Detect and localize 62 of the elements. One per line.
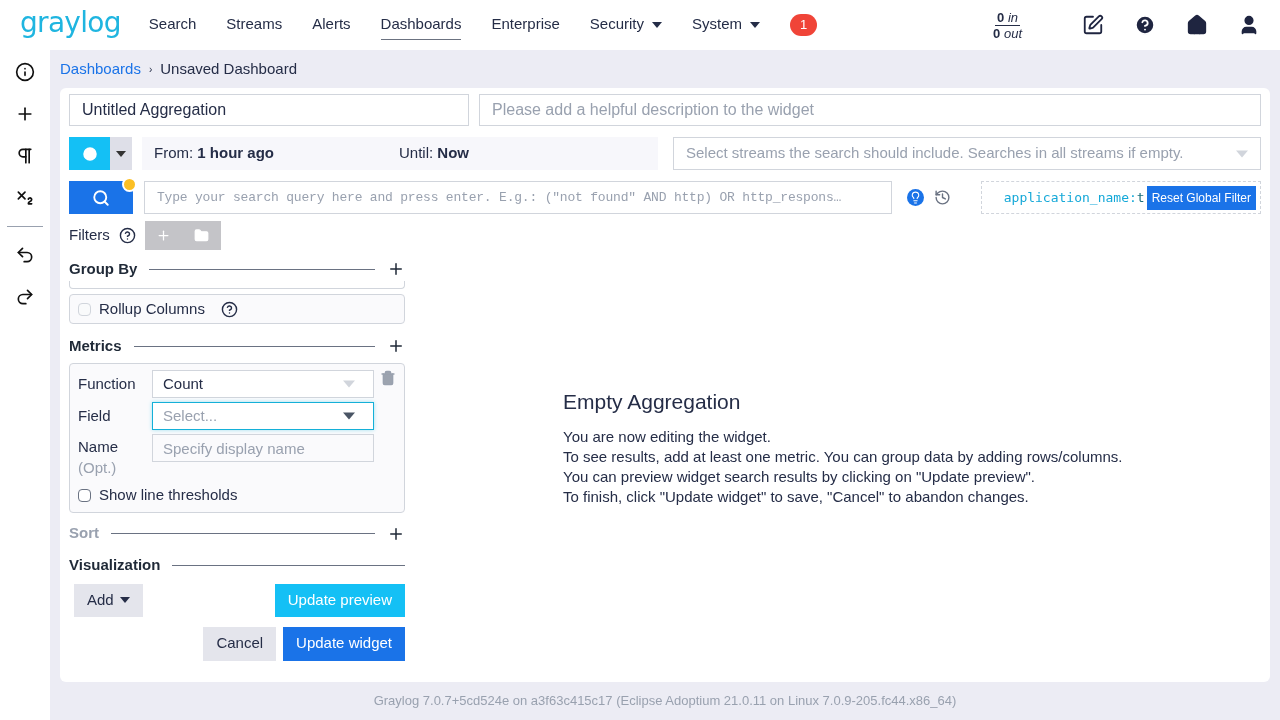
filters-label: Filters bbox=[69, 225, 110, 246]
pilcrow-icon[interactable] bbox=[15, 146, 35, 166]
update-widget-button[interactable]: Update widget bbox=[283, 626, 405, 661]
empty-text-line: To see results, add at least one metric. You can group data by adding rows/columns. bbox=[563, 447, 1123, 468]
caret-icon bbox=[343, 380, 355, 388]
footer-text: Graylog 7.0.7+5cd524e on a3f63c415c17 (Eclipse Adoptium 21.0.11 on Linux 7.0.9-205.fc44.x86_64) bbox=[373, 692, 957, 711]
section-title: Visualization bbox=[69, 555, 161, 576]
field-label: Function bbox=[78, 373, 137, 394]
empty-title: Empty Aggregation bbox=[563, 388, 742, 415]
function-select[interactable]: Count bbox=[152, 370, 374, 398]
add-button[interactable]: Add bbox=[74, 583, 143, 617]
breadcrumb-separator: › bbox=[148, 62, 153, 77]
section-title: Sort bbox=[69, 523, 99, 544]
lightbulb-icon[interactable] bbox=[907, 189, 924, 206]
nav-link[interactable]: Search bbox=[148, 13, 197, 40]
search-button[interactable] bbox=[69, 181, 133, 214]
add-icon[interactable] bbox=[387, 337, 405, 355]
caret-icon bbox=[116, 150, 126, 157]
empty-text-line: You can preview widget search results by clicking on "Update preview". bbox=[563, 467, 1036, 488]
rollup-label: Rollup Columns bbox=[99, 298, 205, 319]
description-field[interactable]: Please add a helpful description to the widget bbox=[479, 94, 1261, 126]
throughput-counter: 0 in 0 out bbox=[993, 9, 1022, 41]
empty-text-line: You are now editing the widget. bbox=[563, 427, 772, 448]
nav-link[interactable]: Security bbox=[589, 13, 662, 40]
add-icon[interactable] bbox=[387, 260, 405, 278]
caret-icon bbox=[1236, 149, 1248, 158]
nav-link[interactable]: Streams bbox=[226, 13, 283, 40]
field-label: Name bbox=[78, 437, 119, 457]
optional-hint: (Opt.) bbox=[78, 458, 118, 478]
redo-icon[interactable] bbox=[15, 287, 35, 307]
help-icon[interactable] bbox=[220, 300, 238, 318]
help-icon[interactable] bbox=[118, 227, 136, 244]
breadcrumb-link[interactable]: Dashboards bbox=[60, 57, 141, 81]
notification-badge[interactable]: 1 bbox=[790, 14, 818, 36]
caret-icon bbox=[343, 412, 355, 420]
subscript-icon[interactable] bbox=[15, 188, 35, 208]
cancel-button[interactable]: Cancel bbox=[203, 626, 277, 661]
time-range-dropdown[interactable] bbox=[110, 137, 132, 170]
nav-link[interactable]: System bbox=[692, 13, 760, 40]
nav-link[interactable]: Enterprise bbox=[491, 13, 560, 40]
undo-icon[interactable] bbox=[15, 245, 35, 265]
nav-link[interactable]: Dashboards bbox=[380, 13, 462, 40]
global-filter-query: application_name:t bbox=[1003, 188, 1145, 207]
home-icon[interactable] bbox=[1186, 14, 1208, 36]
nav-link[interactable]: Alerts bbox=[312, 13, 351, 40]
title-field[interactable]: Untitled Aggregation bbox=[69, 94, 469, 126]
history-icon[interactable] bbox=[934, 189, 951, 206]
section-title: Group By bbox=[69, 258, 138, 279]
time-range-display[interactable]: From: 1 hour ago Until: Now bbox=[142, 137, 658, 170]
reset-filter-button[interactable]: Reset Global Filter bbox=[1146, 185, 1256, 210]
query-field[interactable]: Type your search query here and press enter. E.g.: ("not found" AND http) OR http_respons… bbox=[144, 181, 892, 214]
thresholds-label: Show line thresholds bbox=[99, 485, 238, 505]
name-field[interactable]: Specify display name bbox=[152, 434, 374, 462]
checkbox[interactable] bbox=[78, 488, 91, 502]
section-title: Metrics bbox=[69, 335, 122, 356]
edit-icon[interactable] bbox=[1082, 14, 1104, 36]
caret-icon bbox=[119, 597, 130, 603]
breadcrumb-current: Unsaved Dashboard bbox=[160, 58, 297, 79]
search-icon bbox=[92, 188, 110, 207]
empty-text-line: To finish, click "Update widget" to save, "Cancel" to abandon changes. bbox=[563, 487, 1030, 508]
field-label: Field bbox=[78, 405, 112, 426]
info-icon[interactable] bbox=[15, 62, 35, 82]
